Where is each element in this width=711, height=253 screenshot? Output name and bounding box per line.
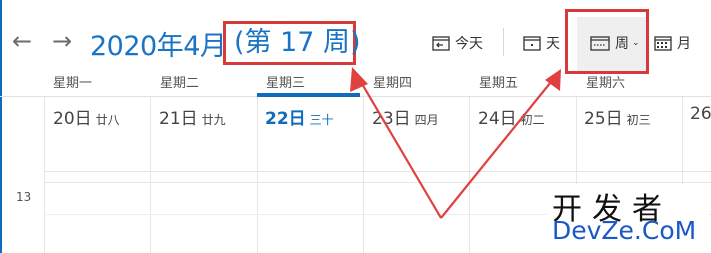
watermark-english: DevZe.CoM [552,216,697,245]
